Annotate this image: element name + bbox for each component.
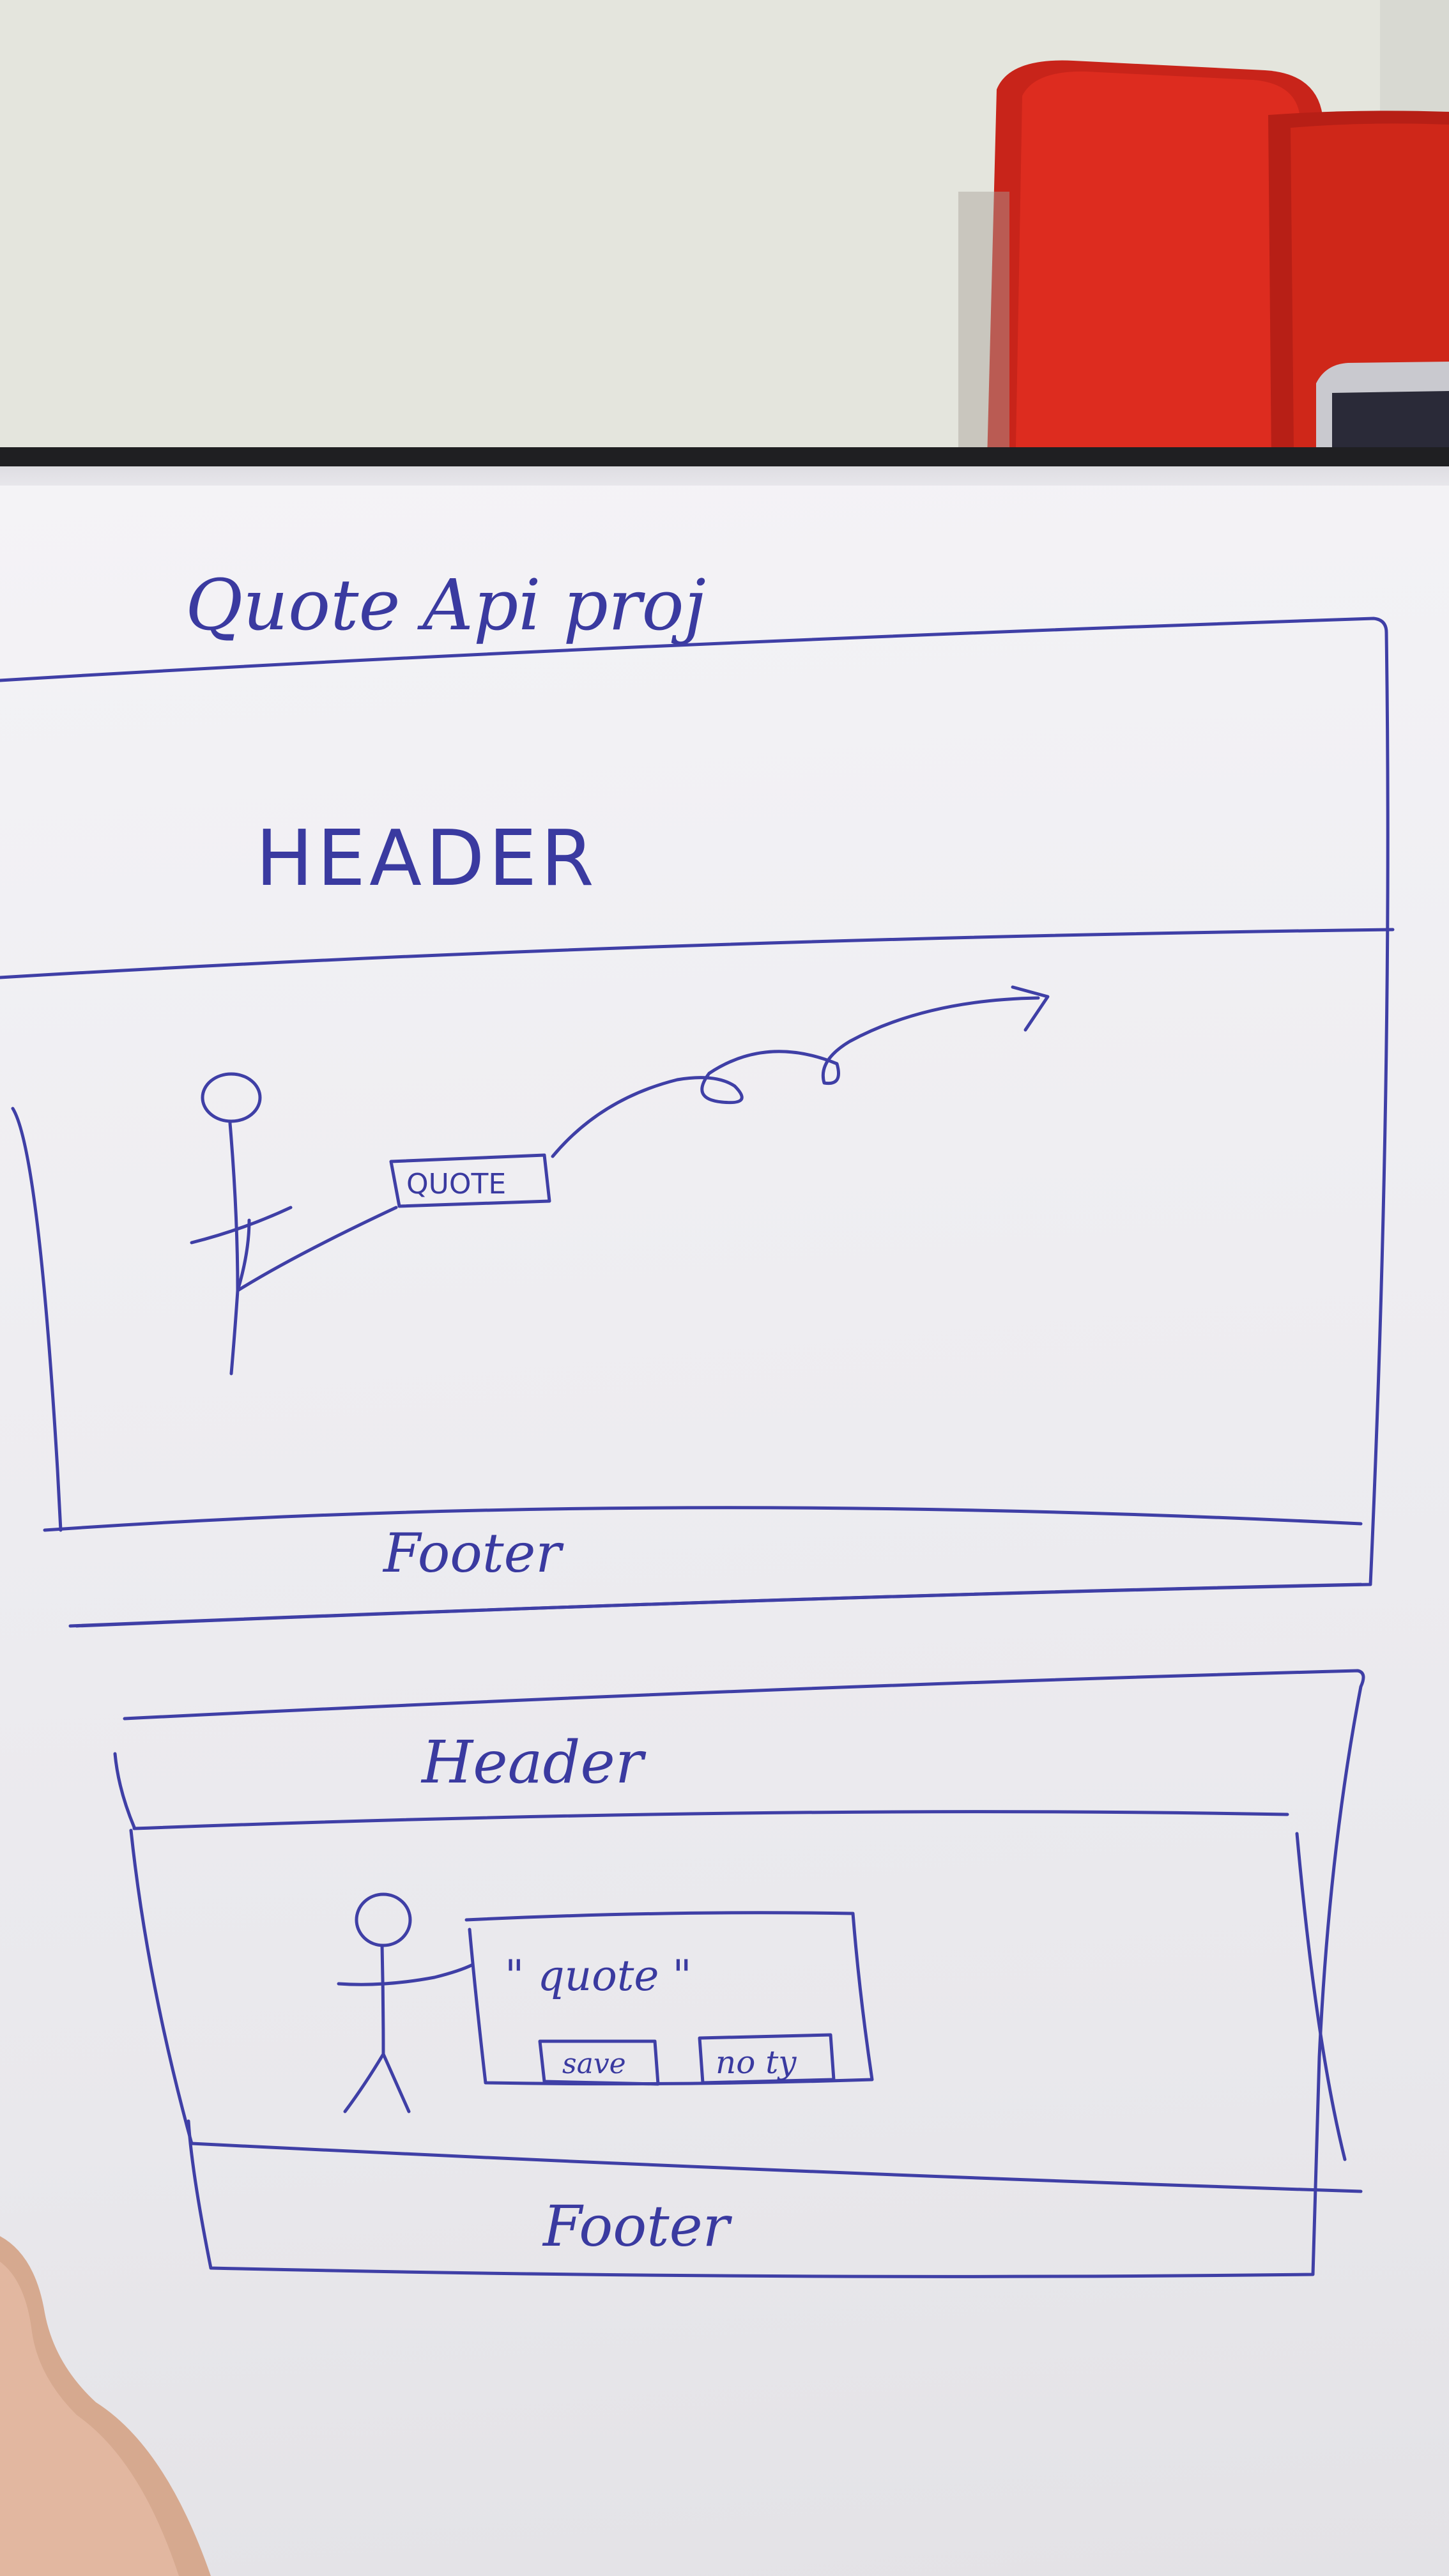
wireframe-2-left-edge <box>129 1828 194 2145</box>
wireframe-1: HEADER QUOTE Footer <box>0 617 1395 1628</box>
save-button[interactable]: save <box>538 2039 660 2086</box>
wireframe-2-top-edge <box>113 1752 136 1829</box>
quote-modal-text: " quote " <box>505 1951 692 2000</box>
flying-arrow <box>551 996 1040 1158</box>
holding-thumb <box>0 2236 211 2576</box>
photo-scene: Quote Api proj HEADER QUOTE Footer Heade… <box>0 0 1449 2576</box>
wireframe-2: Header " quote " save no ty Footer <box>113 1669 1365 2278</box>
quote-button-label: QUOTE <box>406 1168 506 1200</box>
stick-figure-2 <box>337 1892 475 2113</box>
wireframe-2-header-divider <box>132 1810 1289 1830</box>
no-thanks-button[interactable]: no ty <box>698 2033 836 2085</box>
save-button-label: save <box>562 2048 626 2080</box>
wireframe-1-header-label: HEADER <box>256 815 598 903</box>
sketch-title: Quote Api proj <box>185 564 706 646</box>
wireframe-1-footer-label: Footer <box>382 1522 564 1584</box>
wireframe-2-right-edge <box>1295 1832 1347 2161</box>
wireframe-2-footer-label: Footer <box>542 2193 733 2259</box>
wireframe-1-footer-divider <box>43 1506 1363 1532</box>
wireframe-2-header-label: Header <box>420 1728 647 1797</box>
wireframe-2-footer-divider <box>190 2142 1363 2193</box>
no-thanks-button-label: no ty <box>716 2044 797 2081</box>
wireframe-1-frame <box>0 617 1390 1628</box>
arrow-head <box>1011 985 1050 1032</box>
wireframe-1-left-edge <box>11 1107 63 1532</box>
wireframe-sketch: Quote Api proj HEADER QUOTE Footer Heade… <box>0 564 1395 2278</box>
wireframe-1-header-divider <box>0 928 1395 979</box>
quote-button[interactable]: QUOTE <box>389 1153 551 1208</box>
quote-modal: " quote " save no ty <box>464 1911 874 2086</box>
stick-figure-1 <box>190 1072 398 1376</box>
